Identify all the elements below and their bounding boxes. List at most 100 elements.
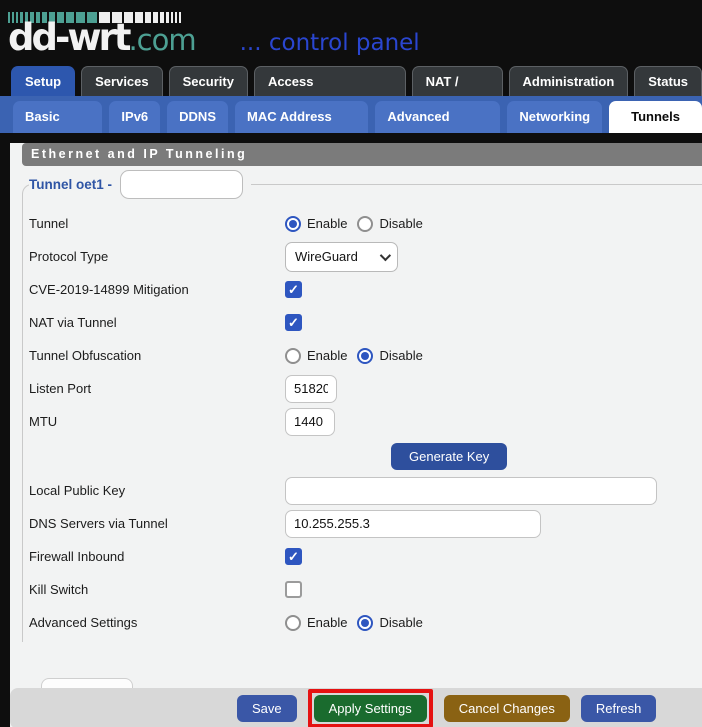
action-buttons: Save Apply Settings Cancel Changes Refresh (237, 688, 656, 727)
field-control (285, 581, 302, 598)
field-label: CVE-2019-14899 Mitigation (29, 282, 285, 297)
radio-label: Enable (307, 348, 347, 363)
section-title: Ethernet and IP Tunneling (22, 143, 702, 166)
radio-label: Disable (379, 216, 422, 231)
field-control: Generate Key (285, 443, 507, 470)
main-tab-security[interactable]: Security (169, 66, 248, 96)
main-tab-status[interactable]: Status (634, 66, 702, 96)
field-label: Firewall Inbound (29, 549, 285, 564)
form-row-tunnel: Tunnel Enable Disable (29, 207, 702, 240)
sub-tab-networking[interactable]: Networking (507, 101, 602, 133)
field-label: Kill Switch (29, 582, 285, 597)
header: dd-wrt.com ... control panel (0, 0, 702, 62)
radio-advanced-settings-enable[interactable]: Enable (285, 615, 347, 631)
radio-dot (361, 619, 369, 627)
field-control: Enable Disable (285, 216, 433, 232)
generate-key-button[interactable]: Generate Key (391, 443, 507, 470)
sub-tab-tunnels[interactable]: Tunnels (609, 101, 702, 133)
input-local-public-key[interactable] (285, 477, 657, 505)
main-tab-nat-qos[interactable]: NAT / QoS (412, 66, 503, 96)
sub-tab-basic-setup[interactable]: Basic Setup (13, 101, 102, 133)
radio-label: Enable (307, 216, 347, 231)
form-row-local-public-key: Local Public Key (29, 474, 702, 507)
field-control: ✓ (285, 281, 302, 298)
tunnel-legend-label: Tunnel oet1 - (29, 177, 112, 192)
input-listen-port[interactable] (285, 375, 337, 403)
logo-com: .com (128, 23, 195, 57)
field-control: ✓ (285, 314, 302, 331)
form-row-listen-port: Listen Port (29, 372, 702, 405)
chevron-down-icon (380, 249, 391, 260)
field-control (285, 477, 657, 505)
field-label: Listen Port (29, 381, 285, 396)
sub-tab-ipv6[interactable]: IPv6 (109, 101, 160, 133)
tunnel-name-input[interactable] (120, 170, 243, 199)
field-label: MTU (29, 414, 285, 429)
field-label: Tunnel Obfuscation (29, 348, 285, 363)
tunnel-fieldset: Tunnel oet1 - Tunnel Enable Disable Protoco… (22, 170, 702, 642)
highlight-annotation: Apply Settings (308, 689, 433, 727)
sub-tab-ddns[interactable]: DDNS (167, 101, 228, 133)
main-tab-setup[interactable]: Setup (11, 66, 75, 96)
radio-tunnel-obfuscation-enable[interactable]: Enable (285, 348, 347, 364)
radio-tunnel-enable[interactable]: Enable (285, 216, 347, 232)
field-label: Advanced Settings (29, 615, 285, 630)
radio-icon (285, 348, 301, 364)
form-rows: Tunnel Enable Disable Protocol Type WireGuar… (29, 199, 702, 639)
field-label: Local Public Key (29, 483, 285, 498)
field-label: Tunnel (29, 216, 285, 231)
logo-ddwrt: dd-wrt (8, 16, 128, 59)
input-dns-servers-via-tunnel[interactable] (285, 510, 541, 538)
radio-label: Disable (379, 348, 422, 363)
radio-label: Enable (307, 615, 347, 630)
field-label: NAT via Tunnel (29, 315, 285, 330)
logo: dd-wrt.com ... control panel (8, 16, 420, 59)
radio-icon (357, 615, 373, 631)
field-control (285, 375, 337, 403)
field-control: ✓ (285, 548, 302, 565)
radio-icon (285, 216, 301, 232)
fieldset-legend: Tunnel oet1 - (29, 170, 251, 199)
field-control: Enable Disable (285, 615, 433, 631)
radio-tunnel-disable[interactable]: Disable (357, 216, 422, 232)
tagline: ... control panel (240, 30, 420, 56)
radio-icon (285, 615, 301, 631)
content-area: Ethernet and IP Tunneling Tunnel oet1 - … (10, 143, 702, 727)
checkbox-kill-switch[interactable] (285, 581, 302, 598)
radio-icon (357, 348, 373, 364)
form-row-protocol-type: Protocol Type WireGuard (29, 240, 702, 273)
radio-label: Disable (379, 615, 422, 630)
form-row-firewall-inbound: Firewall Inbound✓ (29, 540, 702, 573)
checkbox-firewall-inbound[interactable]: ✓ (285, 548, 302, 565)
main-tab-access-restrictions[interactable]: Access Restrictions (254, 66, 406, 96)
select-value: WireGuard (295, 249, 380, 264)
input-mtu[interactable] (285, 408, 335, 436)
radio-tunnel-obfuscation-disable[interactable]: Disable (357, 348, 422, 364)
main-tab-services[interactable]: Services (81, 66, 163, 96)
form-row-nat-via-tunnel: NAT via Tunnel✓ (29, 306, 702, 339)
radio-icon (357, 216, 373, 232)
checkbox-cve-2019-14899-mitigation[interactable]: ✓ (285, 281, 302, 298)
field-control (285, 510, 541, 538)
radio-dot (361, 352, 369, 360)
form-row-kill-switch: Kill Switch (29, 573, 702, 606)
sub-tab-bar: Basic SetupIPv6DDNSMAC Address CloneAdva… (0, 96, 702, 133)
radio-advanced-settings-disable[interactable]: Disable (357, 615, 422, 631)
form-row-dns-servers-via-tunnel: DNS Servers via Tunnel (29, 507, 702, 540)
sub-tab-mac-address-clone[interactable]: MAC Address Clone (235, 101, 368, 133)
form-row-cve-2019-14899-mitigation: CVE-2019-14899 Mitigation✓ (29, 273, 702, 306)
select-protocol-type[interactable]: WireGuard (285, 242, 398, 272)
field-label: DNS Servers via Tunnel (29, 516, 285, 531)
field-control: WireGuard (285, 242, 398, 272)
field-label: Protocol Type (29, 249, 285, 264)
apply-settings-button[interactable]: Apply Settings (314, 695, 427, 722)
main-tab-administration[interactable]: Administration (509, 66, 629, 96)
save-button[interactable]: Save (237, 695, 297, 722)
sub-tab-advanced-routing[interactable]: Advanced Routing (375, 101, 500, 133)
checkbox-nat-via-tunnel[interactable]: ✓ (285, 314, 302, 331)
form-row: Generate Key (29, 438, 702, 474)
field-control: Enable Disable (285, 348, 433, 364)
refresh-button[interactable]: Refresh (581, 695, 657, 722)
action-bar: Save Apply Settings Cancel Changes Refresh (10, 688, 702, 727)
cancel-changes-button[interactable]: Cancel Changes (444, 695, 570, 722)
